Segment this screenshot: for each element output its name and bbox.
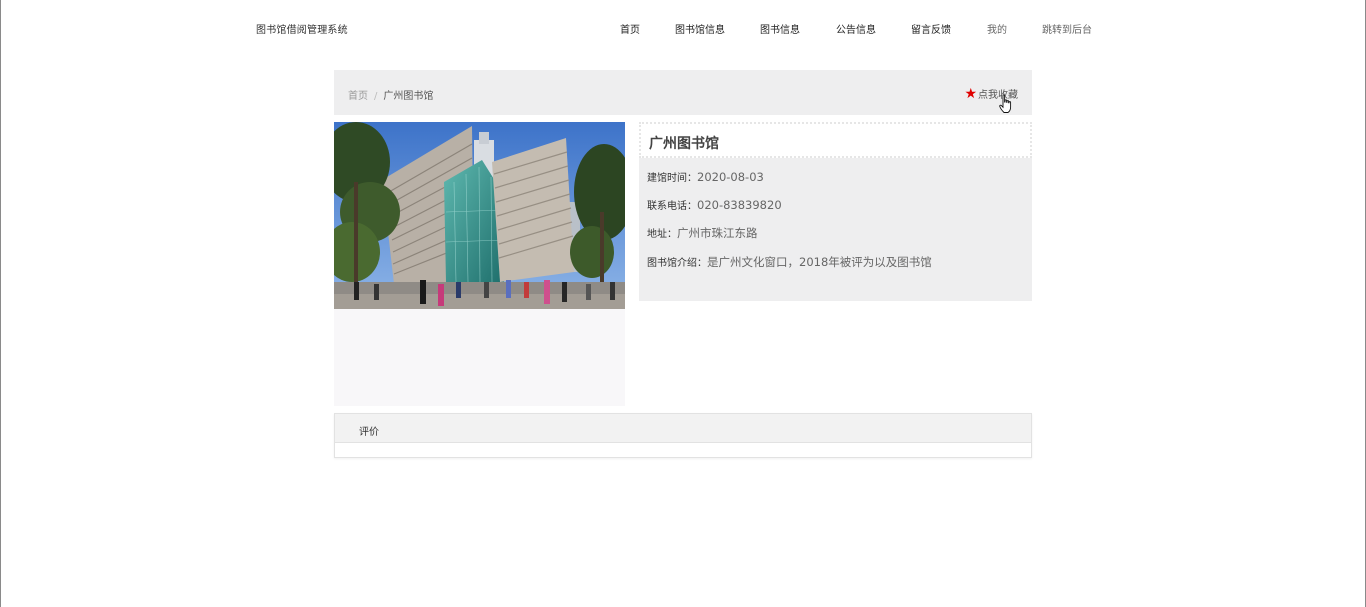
breadcrumb: 首页 / 广州图书馆	[348, 87, 433, 102]
library-building-image	[334, 122, 625, 309]
library-name: 广州图书馆	[649, 136, 719, 152]
detail-value: 广州市珠江东路	[677, 226, 758, 240]
library-photo	[334, 122, 625, 309]
nav-item-announcements[interactable]: 公告信息	[836, 21, 876, 36]
library-title-box: 广州图书馆	[639, 122, 1032, 158]
detail-row-phone: 联系电话：020-83839820	[647, 194, 782, 213]
tab-review[interactable]: 评价	[359, 423, 379, 438]
nav-item-library-info[interactable]: 图书馆信息	[675, 21, 725, 36]
library-image-panel	[334, 122, 625, 406]
detail-key: 图书馆介绍：	[647, 258, 707, 269]
detail-key: 联系电话：	[647, 201, 697, 212]
breadcrumb-bar: 首页 / 广州图书馆 ★ 点我收藏	[334, 70, 1032, 115]
breadcrumb-separator: /	[374, 91, 378, 102]
library-details: 建馆时间：2020-08-03 联系电话：020-83839820 地址：广州市…	[639, 158, 1032, 301]
detail-key: 地址：	[647, 229, 677, 240]
nav-item-mine[interactable]: 我的	[987, 21, 1007, 36]
detail-value: 2020-08-03	[697, 170, 764, 184]
detail-value: 020-83839820	[697, 198, 782, 212]
nav-item-admin[interactable]: 跳转到后台	[1042, 21, 1092, 36]
detail-value: 是广州文化窗口，2018年被评为以及图书馆	[707, 255, 932, 269]
nav-item-feedback[interactable]: 留言反馈	[911, 21, 951, 36]
detail-row-founded: 建馆时间：2020-08-03	[647, 166, 764, 185]
review-tab-bar: 评价	[335, 414, 1031, 443]
nav-item-home[interactable]: 首页	[620, 21, 640, 36]
site-brand[interactable]: 图书馆借阅管理系统	[256, 21, 348, 36]
detail-row-intro: 图书馆介绍：是广州文化窗口，2018年被评为以及图书馆	[647, 251, 932, 270]
window-left-border	[0, 0, 1, 607]
nav-item-book-info[interactable]: 图书信息	[760, 21, 800, 36]
breadcrumb-current: 广州图书馆	[383, 91, 434, 102]
detail-key: 建馆时间：	[647, 173, 697, 184]
detail-row-address: 地址：广州市珠江东路	[647, 222, 758, 241]
review-section: 评价	[334, 413, 1032, 458]
hand-cursor-icon	[999, 94, 1012, 113]
breadcrumb-home[interactable]: 首页	[348, 91, 368, 102]
star-icon: ★	[964, 85, 977, 102]
